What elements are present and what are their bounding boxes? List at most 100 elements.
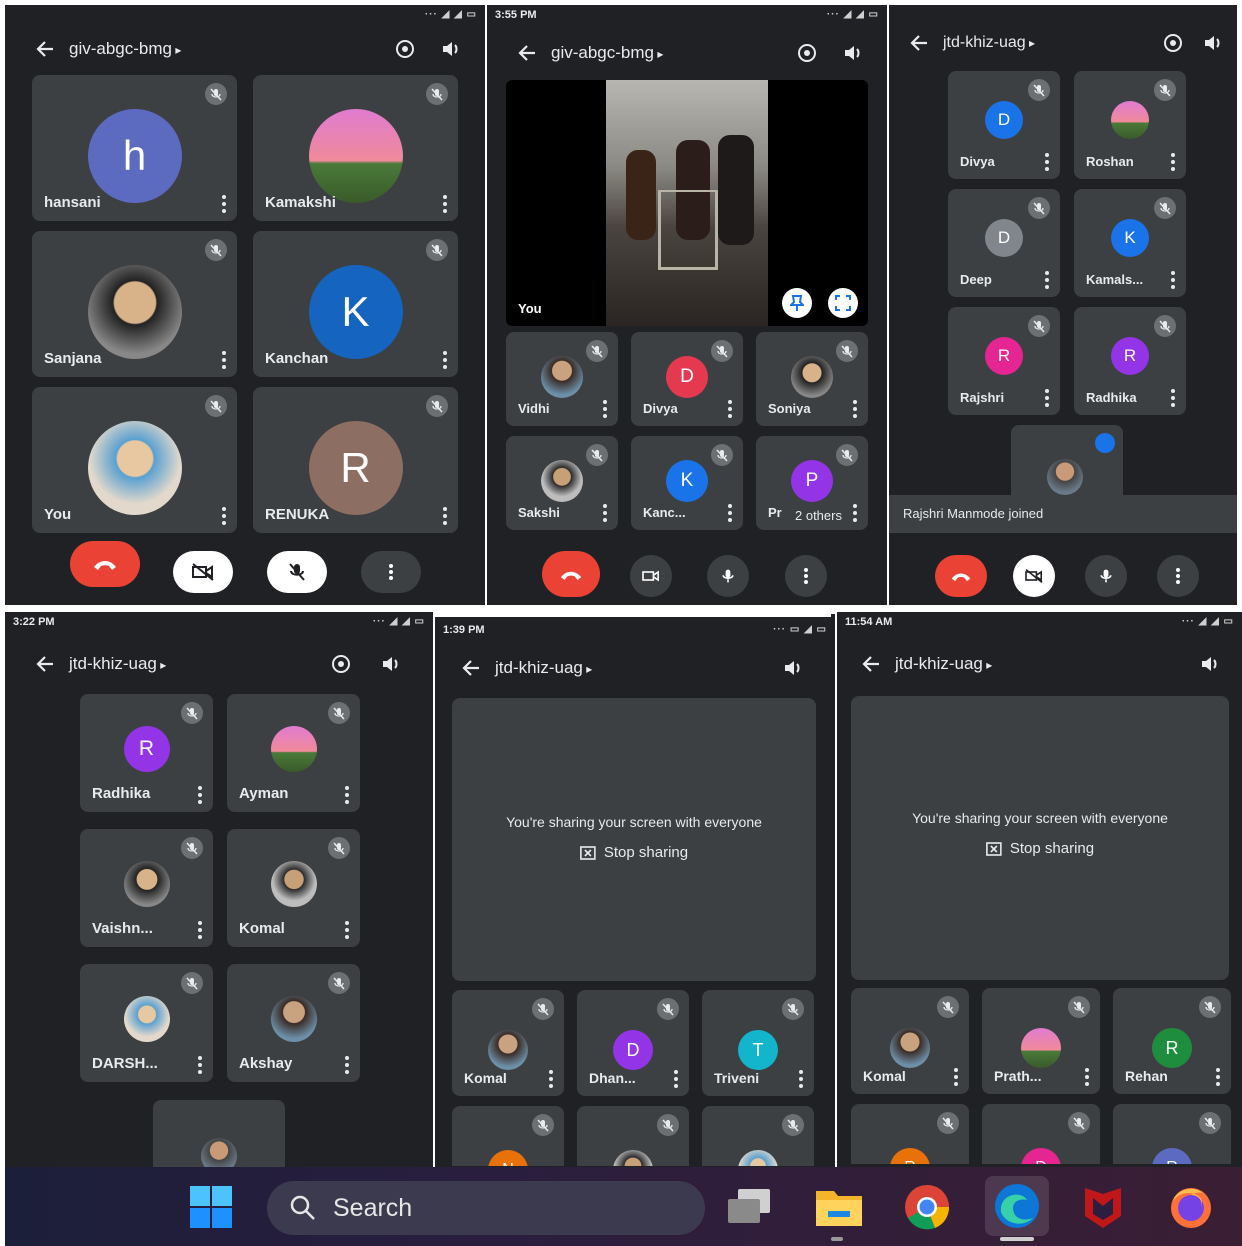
end-call-button[interactable]	[542, 551, 600, 597]
participant-tile[interactable]: D	[982, 1104, 1100, 1164]
fullscreen-button[interactable]	[828, 288, 858, 318]
participant-tile[interactable]: You	[32, 387, 237, 533]
participant-menu-icon[interactable]	[1082, 1068, 1092, 1086]
speaker-icon[interactable]	[1198, 652, 1222, 676]
back-arrow-icon[interactable]	[517, 43, 537, 63]
participant-menu-icon[interactable]	[796, 1070, 806, 1088]
self-tile[interactable]	[153, 1100, 285, 1168]
participant-menu-icon[interactable]	[195, 786, 205, 804]
participant-menu-icon[interactable]	[342, 921, 352, 939]
participant-tile[interactable]: Komal	[227, 829, 360, 947]
participant-tile[interactable]	[577, 1106, 689, 1166]
participant-menu-icon[interactable]	[440, 351, 450, 369]
participant-menu-icon[interactable]	[440, 507, 450, 525]
participant-menu-icon[interactable]	[725, 504, 735, 522]
participant-tile[interactable]: R	[1113, 1104, 1231, 1164]
participant-menu-icon[interactable]	[725, 400, 735, 418]
participant-menu-icon[interactable]	[219, 351, 229, 369]
participant-tile[interactable]: D Deep	[948, 189, 1060, 297]
participant-menu-icon[interactable]	[850, 400, 860, 418]
participant-menu-icon[interactable]	[951, 1068, 961, 1086]
participant-tile[interactable]: R Radhika	[1074, 307, 1186, 415]
end-call-button[interactable]	[70, 541, 140, 587]
participant-tile[interactable]: Prath...	[982, 988, 1100, 1094]
back-arrow-icon[interactable]	[35, 39, 55, 59]
participant-tile[interactable]: R Rajshri	[948, 307, 1060, 415]
participant-tile[interactable]: K Kanchan	[253, 231, 458, 377]
meeting-code[interactable]: jtd-khiz-uag	[943, 34, 1161, 52]
participant-tile[interactable]: Komal	[452, 990, 564, 1096]
back-arrow-icon[interactable]	[909, 33, 929, 53]
switch-camera-icon[interactable]	[795, 41, 819, 65]
end-call-button[interactable]	[935, 555, 987, 597]
participant-tile[interactable]: R	[851, 1104, 969, 1164]
participant-menu-icon[interactable]	[600, 504, 610, 522]
speaker-icon[interactable]	[379, 652, 403, 676]
participant-menu-icon[interactable]	[1213, 1068, 1223, 1086]
participant-tile[interactable]: Komal	[851, 988, 969, 1094]
participant-menu-icon[interactable]	[440, 195, 450, 213]
participant-menu-icon[interactable]	[195, 921, 205, 939]
participant-tile[interactable]: Kamakshi	[253, 75, 458, 221]
speaker-icon[interactable]	[439, 37, 463, 61]
more-options-button[interactable]	[361, 551, 421, 593]
participant-menu-icon[interactable]	[671, 1070, 681, 1088]
switch-camera-icon[interactable]	[329, 652, 353, 676]
participant-tile[interactable]: Vidhi	[506, 332, 618, 426]
meeting-code[interactable]: giv-abgc-bmg	[69, 39, 393, 59]
participant-tile[interactable]: Ayman	[227, 694, 360, 812]
task-view-button[interactable]	[723, 1181, 775, 1233]
meeting-code[interactable]: jtd-khiz-uag	[69, 654, 329, 674]
participant-tile[interactable]: D Divya	[948, 71, 1060, 179]
meeting-code[interactable]: jtd-khiz-uag	[495, 658, 781, 678]
participant-tile[interactable]: N	[452, 1106, 564, 1166]
participant-tile[interactable]: T Triveni	[702, 990, 814, 1096]
participant-menu-icon[interactable]	[1168, 271, 1178, 289]
others-chip[interactable]: 2 others	[787, 505, 850, 526]
participant-tile[interactable]: K Kamals...	[1074, 189, 1186, 297]
participant-menu-icon[interactable]	[1168, 389, 1178, 407]
participant-menu-icon[interactable]	[1042, 389, 1052, 407]
mic-toggle-button[interactable]	[267, 551, 327, 593]
meeting-code[interactable]: jtd-khiz-uag	[895, 654, 1198, 674]
participant-tile[interactable]: Sanjana	[32, 231, 237, 377]
switch-camera-icon[interactable]	[393, 37, 417, 61]
participant-menu-icon[interactable]	[342, 786, 352, 804]
participant-menu-icon[interactable]	[1168, 153, 1178, 171]
search-box[interactable]: Search	[267, 1181, 705, 1235]
more-options-button[interactable]	[785, 555, 827, 597]
participant-menu-icon[interactable]	[219, 507, 229, 525]
self-video-tile[interactable]: You	[506, 80, 868, 326]
camera-toggle-button[interactable]	[173, 551, 233, 593]
speaker-icon[interactable]	[1201, 31, 1225, 55]
participant-tile[interactable]: K Kanc...	[631, 436, 743, 530]
pin-button[interactable]	[782, 288, 812, 318]
participant-tile[interactable]: Sakshi	[506, 436, 618, 530]
participant-tile[interactable]: R Rehan	[1113, 988, 1231, 1094]
more-options-button[interactable]	[1157, 555, 1199, 597]
participant-tile[interactable]: R RENUKA	[253, 387, 458, 533]
chrome-button[interactable]	[901, 1181, 953, 1233]
participant-menu-icon[interactable]	[1042, 271, 1052, 289]
camera-toggle-button[interactable]	[630, 555, 672, 597]
participant-tile[interactable]: D Dhan...	[577, 990, 689, 1096]
participant-tile[interactable]: Soniya	[756, 332, 868, 426]
participant-menu-icon[interactable]	[219, 195, 229, 213]
file-explorer-button[interactable]	[813, 1181, 865, 1233]
participant-menu-icon[interactable]	[546, 1070, 556, 1088]
participant-menu-icon[interactable]	[195, 1056, 205, 1074]
participant-tile[interactable]: R Radhika	[80, 694, 213, 812]
participant-tile[interactable]: DARSH...	[80, 964, 213, 1082]
back-arrow-icon[interactable]	[861, 654, 881, 674]
camera-toggle-button[interactable]	[1013, 555, 1055, 597]
back-arrow-icon[interactable]	[461, 658, 481, 678]
participant-tile[interactable]: Akshay	[227, 964, 360, 1082]
stop-sharing-button[interactable]: Stop sharing	[986, 840, 1094, 857]
participant-menu-icon[interactable]	[600, 400, 610, 418]
back-arrow-icon[interactable]	[35, 654, 55, 674]
participant-menu-icon[interactable]	[850, 504, 860, 522]
participant-tile[interactable]: Roshan	[1074, 71, 1186, 179]
start-button[interactable]	[185, 1181, 237, 1233]
participant-tile[interactable]: D Divya	[631, 332, 743, 426]
firefox-button[interactable]	[1165, 1181, 1217, 1233]
